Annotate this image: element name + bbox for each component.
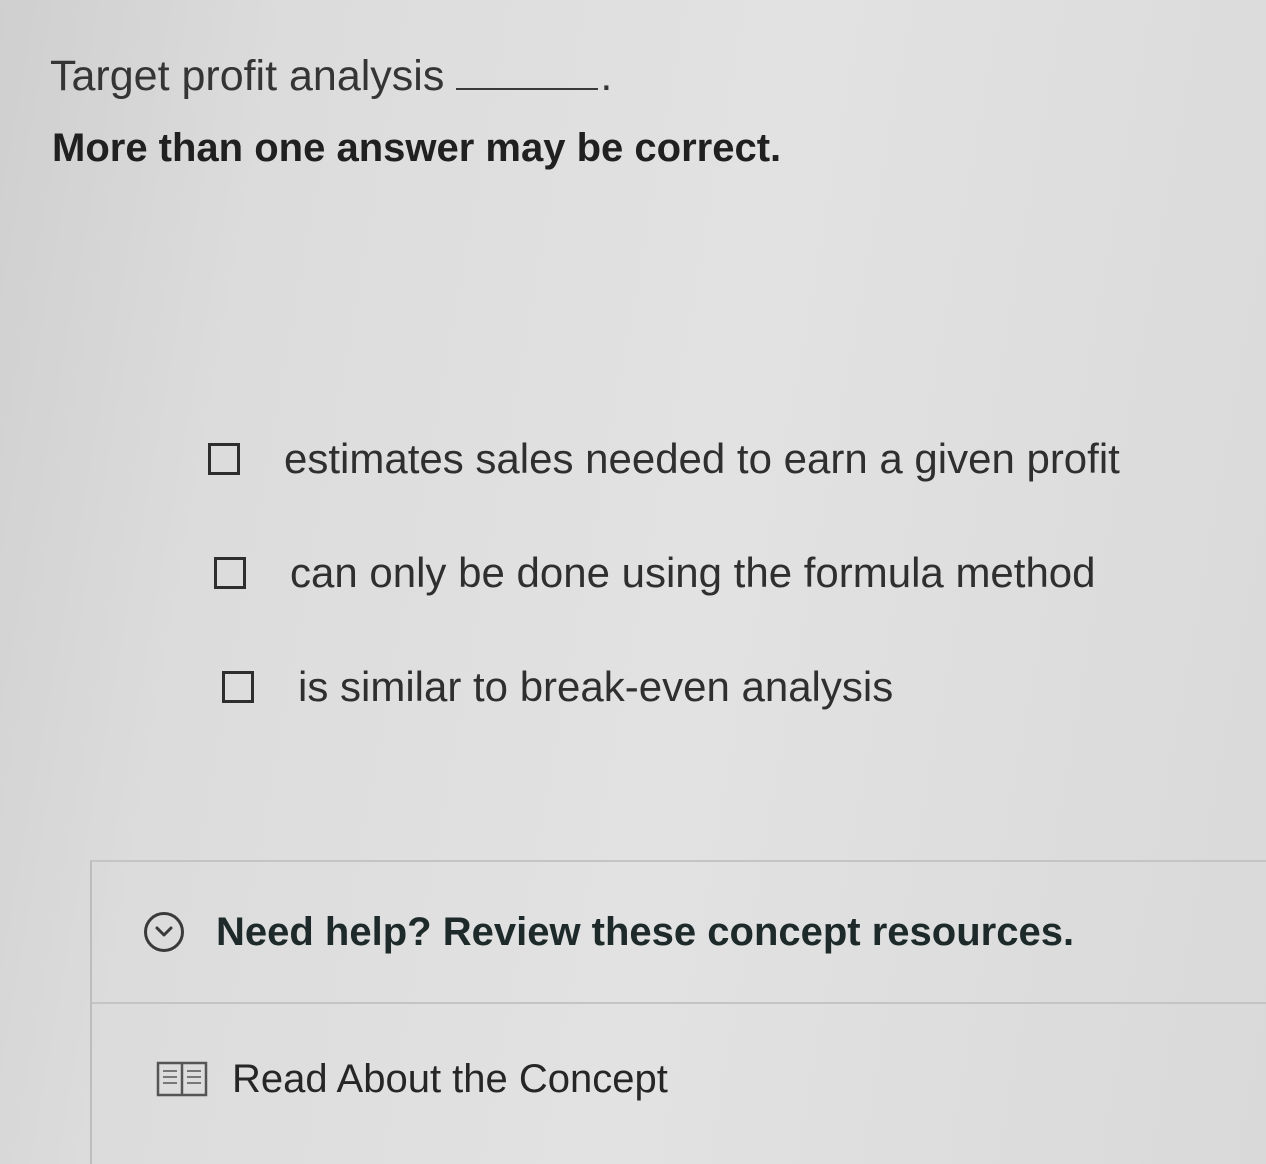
blank-suffix: . [600, 52, 613, 100]
answer-option-1[interactable]: estimates sales needed to earn a given p… [208, 428, 1248, 490]
concept-resources-title: Need help? Review these concept resource… [216, 909, 1075, 954]
answer-blank [456, 87, 599, 90]
chevron-down-circle-icon[interactable] [144, 912, 184, 952]
resource-label: Read About the Concept [232, 1056, 668, 1101]
checkbox[interactable] [208, 443, 240, 475]
answer-option-label: can only be done using the formula metho… [290, 549, 1096, 596]
answer-option-2[interactable]: can only be done using the formula metho… [208, 542, 1248, 604]
checkbox[interactable] [222, 671, 254, 703]
answer-options: estimates sales needed to earn a given p… [208, 428, 1248, 770]
book-icon [156, 1061, 208, 1097]
answer-option-label: estimates sales needed to earn a given p… [284, 435, 1120, 482]
read-about-concept-link[interactable]: Read About the Concept [92, 1004, 1266, 1154]
question-prompt-text: Target profit analysis [50, 52, 445, 100]
answer-option-label: is similar to break-even analysis [298, 663, 894, 710]
checkbox[interactable] [214, 557, 246, 589]
question-prompt: Target profit analysis. [50, 52, 612, 101]
concept-resources-panel: Need help? Review these concept resource… [90, 860, 1266, 1164]
question-instruction: More than one answer may be correct. [52, 126, 782, 170]
concept-resources-toggle[interactable]: Need help? Review these concept resource… [92, 862, 1266, 1004]
answer-option-3[interactable]: is similar to break-even analysis [208, 656, 1248, 718]
